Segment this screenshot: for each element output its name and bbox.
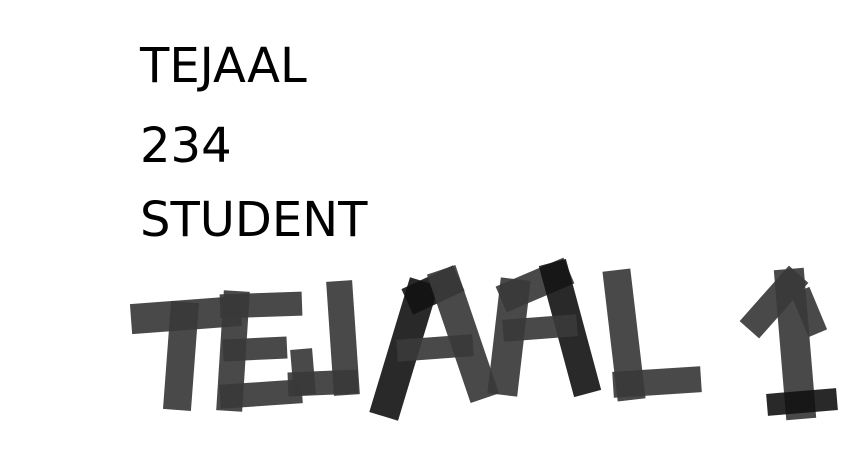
painted-letter-a-2 [487, 257, 602, 398]
painted-lettering [129, 257, 838, 421]
painted-letter-t [129, 295, 243, 412]
painted-letter-e [216, 290, 303, 412]
painted-letter-l [602, 268, 702, 402]
canvas: TEJAAL 234 STUDENT [0, 0, 860, 458]
painted-letter-j [287, 280, 360, 397]
painted-letter-a-1 [369, 264, 500, 421]
painted-digit-1 [739, 265, 838, 421]
